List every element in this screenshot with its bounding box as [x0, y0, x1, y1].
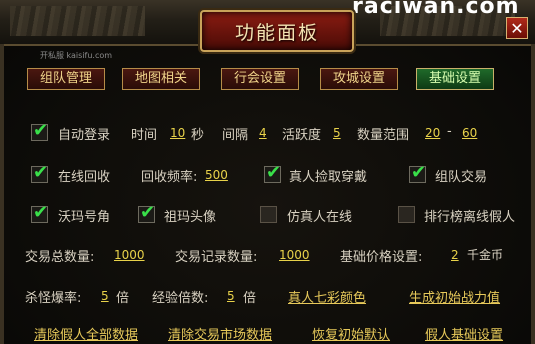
- range-min-value[interactable]: 20: [425, 126, 440, 140]
- interval-label: 间隔: [222, 128, 249, 143]
- panel-title: 功能面板: [234, 22, 319, 44]
- tab-basic-settings[interactable]: 基础设置: [416, 68, 494, 90]
- zuma-head-checkbox[interactable]: ✔: [138, 202, 155, 223]
- function-panel: raciwan.com 功能面板 ✕ 开私服 kaisifu.com 组队管理 …: [0, 0, 535, 344]
- tab-map[interactable]: 地图相关: [122, 68, 200, 90]
- range-label: 数量范围: [357, 128, 410, 143]
- clear-market-data-link[interactable]: 清除交易市场数据: [168, 324, 272, 343]
- kill-rate-value[interactable]: 5: [101, 289, 109, 303]
- real-pickup-checkbox[interactable]: ✔: [264, 162, 281, 183]
- wama-horn-label: 沃玛号角: [58, 210, 111, 225]
- team-trade-checkbox[interactable]: ✔: [409, 162, 426, 183]
- site-watermark: 开私服 kaisifu.com: [40, 51, 113, 60]
- kill-rate-unit: 倍: [116, 291, 130, 306]
- exp-multiplier-unit: 倍: [243, 291, 257, 306]
- base-price-unit: 千金币: [467, 248, 504, 262]
- clear-fake-data-link[interactable]: 清除假人全部数据: [34, 324, 138, 343]
- auto-login-label: 自动登录: [58, 128, 111, 143]
- real-pickup-label: 真人捡取穿戴: [289, 170, 368, 185]
- check-icon: ✔: [411, 162, 427, 183]
- zuma-head-label: 祖玛头像: [164, 210, 217, 225]
- online-recycle-checkbox[interactable]: ✔: [31, 162, 48, 183]
- fake-base-settings-link[interactable]: 假人基础设置: [425, 324, 503, 343]
- check-icon: ✔: [266, 162, 282, 183]
- exp-multiplier-label: 经验倍数:: [152, 291, 209, 306]
- frame-right: [531, 44, 535, 344]
- base-price-value[interactable]: 2: [451, 248, 459, 262]
- team-trade-label: 组队交易: [435, 170, 488, 185]
- activity-value[interactable]: 5: [333, 126, 341, 140]
- interval-value[interactable]: 4: [259, 126, 267, 140]
- watermark-top: raciwan.com: [352, 0, 520, 19]
- fake-online-label: 仿真人在线: [287, 210, 353, 225]
- rank-offline-label: 排行榜离线假人: [424, 210, 516, 225]
- tab-siege-settings[interactable]: 攻城设置: [320, 68, 398, 90]
- restore-default-link[interactable]: 恢复初始默认: [312, 324, 390, 343]
- generate-power-link[interactable]: 生成初始战力值: [409, 287, 500, 306]
- trade-total-label: 交易总数量:: [25, 250, 95, 265]
- wama-horn-checkbox[interactable]: ✔: [31, 202, 48, 223]
- online-recycle-label: 在线回收: [58, 170, 111, 185]
- close-button[interactable]: ✕: [506, 17, 528, 39]
- time-value[interactable]: 10: [170, 126, 185, 140]
- trade-record-label: 交易记录数量:: [175, 250, 258, 265]
- trade-record-value[interactable]: 1000: [279, 248, 310, 262]
- decorative-stone-left: [10, 6, 145, 36]
- range-max-value[interactable]: 60: [462, 126, 477, 140]
- time-unit: 秒: [191, 128, 205, 143]
- title-plate: 功能面板: [200, 10, 354, 52]
- trade-total-value[interactable]: 1000: [114, 248, 145, 262]
- recycle-frequency-value[interactable]: 500: [205, 168, 228, 182]
- tab-team-management[interactable]: 组队管理: [27, 68, 105, 90]
- time-label: 时间: [131, 128, 158, 143]
- activity-label: 活跃度: [282, 128, 322, 143]
- check-icon: ✔: [33, 120, 49, 141]
- range-separator: -: [447, 124, 452, 139]
- check-icon: ✔: [140, 202, 156, 223]
- fake-online-checkbox[interactable]: [260, 206, 277, 223]
- frame-left: [0, 44, 4, 344]
- base-price-label: 基础价格设置:: [340, 250, 423, 265]
- kill-rate-label: 杀怪爆率:: [25, 291, 82, 306]
- exp-multiplier-value[interactable]: 5: [227, 289, 235, 303]
- real-color-link[interactable]: 真人七彩颜色: [288, 287, 366, 306]
- recycle-frequency-label: 回收频率:: [141, 170, 198, 185]
- rank-offline-checkbox[interactable]: [398, 206, 415, 223]
- auto-login-checkbox[interactable]: ✔: [31, 120, 48, 141]
- check-icon: ✔: [33, 162, 49, 183]
- check-icon: ✔: [33, 202, 49, 223]
- tab-guild-settings[interactable]: 行会设置: [221, 68, 299, 90]
